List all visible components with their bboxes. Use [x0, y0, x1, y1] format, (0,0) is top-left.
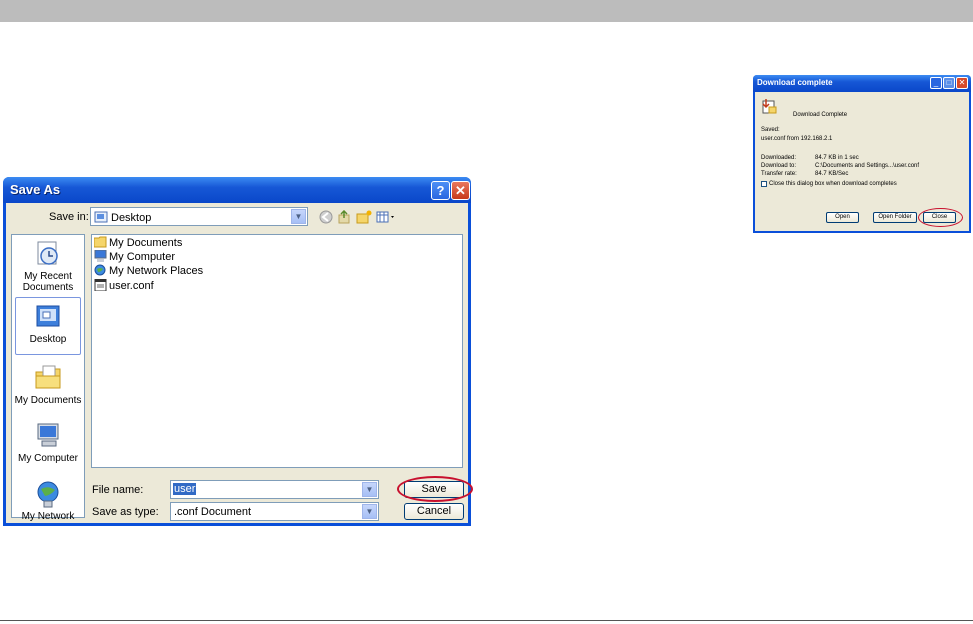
save-as-dialog: Save As ? ✕ Save in: Desktop ▼ My Recent…	[3, 177, 473, 526]
close-when-complete-label: Close this dialog box when download comp…	[769, 181, 897, 187]
minimize-icon: _	[933, 78, 939, 87]
back-icon[interactable]	[318, 210, 334, 226]
open-folder-button[interactable]: Open Folder	[873, 212, 917, 223]
maximize-icon: □	[946, 78, 952, 87]
desktop-icon	[36, 305, 60, 327]
download-heading: Download Complete	[793, 112, 848, 118]
desktop-folder-icon	[94, 211, 108, 223]
save-as-title: Save As	[10, 182, 61, 197]
download-body: Download Complete Saved: user.conf from …	[755, 92, 969, 231]
close-icon: ✕	[455, 183, 466, 198]
network-places-icon	[94, 264, 106, 276]
place-desktop[interactable]: Desktop	[15, 297, 81, 355]
save-as-type-select[interactable]: .conf Document ▼	[170, 502, 379, 521]
place-label: My Computer	[17, 453, 78, 464]
place-label: My Network	[21, 511, 75, 522]
place-my-computer[interactable]: My Computer	[12, 421, 84, 464]
views-menu-icon[interactable]	[376, 210, 398, 226]
save-as-titlebar[interactable]: Save As ? ✕	[3, 177, 471, 203]
page-header-bar	[0, 0, 973, 22]
list-item[interactable]: My Computer	[94, 250, 175, 264]
place-my-documents[interactable]: My Documents	[12, 363, 84, 406]
place-my-network[interactable]: My Network	[12, 479, 84, 522]
up-folder-icon[interactable]	[336, 209, 352, 226]
saved-label: Saved:	[761, 127, 780, 133]
my-network-icon	[37, 481, 59, 508]
close-button[interactable]: ✕	[451, 181, 470, 200]
chevron-down-icon[interactable]: ▼	[362, 504, 377, 519]
my-computer-icon	[37, 423, 59, 447]
transfer-rate-label: Transfer rate:	[761, 171, 797, 177]
save-as-body: Save in: Desktop ▼ My Recent Documents D…	[6, 203, 473, 523]
close-icon: ✕	[958, 78, 966, 87]
recent-documents-icon	[37, 241, 58, 265]
file-name-value: user	[173, 483, 197, 495]
save-in-value: Desktop	[111, 212, 152, 224]
highlight-ring	[918, 208, 963, 227]
downloaded-label: Downloaded:	[761, 155, 797, 161]
download-complete-icon	[762, 99, 777, 114]
save-in-label: Save in:	[49, 211, 89, 223]
downloaded-value: 84.7 KB in 1 sec	[815, 155, 859, 161]
place-label: Desktop	[29, 334, 67, 345]
save-as-type-label: Save as type:	[92, 506, 159, 518]
close-when-complete-checkbox[interactable]	[761, 181, 767, 187]
open-button[interactable]: Open	[826, 212, 859, 223]
help-button[interactable]: ?	[431, 181, 450, 200]
places-bar: My Recent Documents Desktop My Documents…	[11, 234, 85, 522]
close-button[interactable]: ✕	[956, 77, 968, 89]
download-complete-dialog: Download complete _ □ ✕ Download Complet…	[753, 75, 971, 233]
transfer-rate-value: 84.7 KB/Sec	[815, 171, 849, 177]
help-icon: ?	[436, 183, 445, 198]
chevron-down-icon[interactable]: ▼	[291, 209, 306, 224]
place-label: My Recent Documents	[22, 271, 74, 293]
download-titlebar[interactable]: Download complete _ □ ✕	[753, 75, 971, 92]
my-documents-icon	[35, 365, 61, 389]
file-list[interactable]: My Documents My Computer My Network Plac…	[91, 234, 463, 468]
save-in-select[interactable]: Desktop ▼	[90, 207, 308, 226]
folder-icon	[94, 236, 107, 248]
cancel-button[interactable]: Cancel	[404, 503, 464, 520]
place-label: My Documents	[14, 395, 82, 406]
save-as-type-value: .conf Document	[174, 506, 252, 518]
place-my-recent-documents[interactable]: My Recent Documents	[12, 239, 84, 293]
download-title: Download complete	[757, 78, 833, 87]
list-item[interactable]: My Network Places	[94, 264, 203, 278]
download-to-value: C:\Documents and Settings...\user.conf	[815, 163, 920, 169]
conf-file-icon	[94, 279, 107, 291]
download-to-label: Download to:	[761, 163, 797, 169]
maximize-button[interactable]: □	[943, 77, 955, 89]
file-name-input[interactable]: user ▼	[170, 480, 379, 499]
chevron-down-icon[interactable]: ▼	[362, 482, 377, 497]
file-name-label: File name:	[92, 484, 144, 496]
list-item[interactable]: user.conf	[94, 279, 154, 293]
computer-icon	[94, 250, 107, 262]
new-folder-icon[interactable]	[356, 210, 372, 226]
minimize-button[interactable]: _	[930, 77, 942, 89]
page-bottom-rule	[0, 620, 973, 621]
highlight-ring	[397, 476, 473, 502]
list-item[interactable]: My Documents	[94, 236, 182, 250]
saved-value: user.conf from 192.168.2.1	[761, 136, 833, 142]
